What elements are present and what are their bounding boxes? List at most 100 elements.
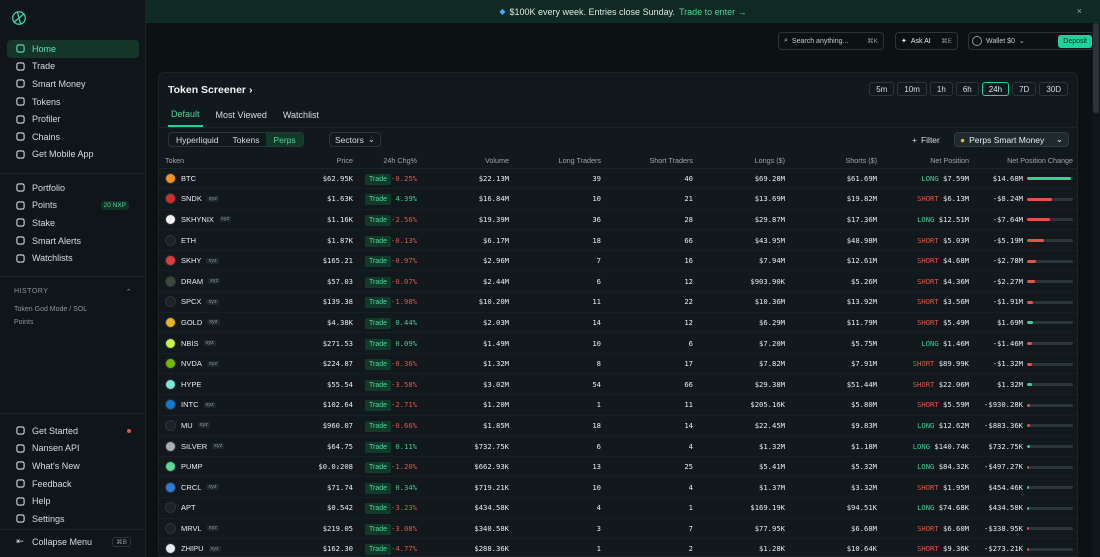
token-cell[interactable]: SPCX xyz	[165, 296, 303, 308]
trade-button[interactable]: Trade	[365, 338, 392, 350]
table-row[interactable]: SPCX xyz $139.38 Trade -1.98% $10.20M 11 22 $10.…	[159, 291, 1077, 313]
sidebar-item-settings[interactable]: Settings	[7, 510, 139, 528]
trade-button[interactable]: Trade	[365, 523, 392, 535]
timeframe-1h[interactable]: 1h	[929, 82, 953, 96]
tab-most-viewed[interactable]: Most Viewed	[213, 103, 270, 127]
token-cell[interactable]: HYPE	[165, 378, 303, 390]
sidebar-item-get-mobile-app[interactable]: Get Mobile App	[7, 146, 139, 164]
column-header-shorts-[interactable]: Shorts ($)	[791, 153, 883, 169]
column-header-token[interactable]: Token	[159, 153, 309, 169]
trade-button[interactable]: Trade	[365, 276, 392, 288]
trade-button[interactable]: Trade	[365, 400, 392, 412]
timeframe-24h[interactable]: 24h	[981, 82, 1010, 96]
column-header-net-position-change[interactable]: Net Position Change	[975, 153, 1077, 169]
sidebar-item-nansen-api[interactable]: Nansen API	[7, 440, 139, 458]
trade-button[interactable]: Trade	[365, 194, 392, 206]
token-cell[interactable]: BTC	[165, 172, 303, 184]
history-item[interactable]: Token God Mode / SOL	[14, 303, 87, 316]
trade-button[interactable]: Trade	[365, 441, 392, 453]
table-row[interactable]: MU xyz $960.07 Trade -0.66% $1.85M 18 14 $22.45M…	[159, 415, 1077, 437]
token-cell[interactable]: DRAM xyz	[165, 275, 303, 287]
timeframe-6h[interactable]: 6h	[955, 82, 979, 96]
table-row[interactable]: SNDK xyz $1.63K Trade 4.39% $16.84M 10 21 $13.69…	[159, 188, 1077, 210]
table-row[interactable]: CRCL xyz $71.74 Trade 0.34% $719.21K 10 4 $1.37M…	[159, 476, 1077, 498]
column-header-price[interactable]: Price	[309, 153, 359, 169]
table-row[interactable]: HYPE $55.54 Trade -3.58% $3.02M 54 66 $29.38M $5…	[159, 373, 1077, 396]
timeframe-10m[interactable]: 10m	[897, 82, 927, 96]
token-cell[interactable]: SKHY xyz	[165, 255, 303, 267]
timeframe-7d[interactable]: 7D	[1012, 82, 1037, 96]
token-cell[interactable]: MRVL xyz	[165, 522, 303, 534]
trade-button[interactable]: Trade	[365, 317, 392, 329]
scrollbar-thumb[interactable]	[1093, 23, 1099, 113]
table-row[interactable]: PUMP $0.0₂208 Trade -1.20% $662.93K 13 25 $5.41…	[159, 456, 1077, 478]
table-row[interactable]: NVDA xyz $224.87 Trade -0.36% $1.32M 8 17 $7.82M…	[159, 353, 1077, 375]
ask-ai-button[interactable]: ✦ Ask AI ⌘E	[895, 32, 958, 50]
segment-perps[interactable]: Perps	[266, 133, 303, 146]
table-row[interactable]: ETH $1.87K Trade -0.13% $6.17M 18 66 $43.95M $48…	[159, 229, 1077, 251]
table-row[interactable]: APT $0.542 Trade -3.23% $434.58K 4 1 $169.19K $9…	[159, 497, 1077, 519]
banner-link[interactable]: Trade to enter →	[679, 7, 747, 17]
sidebar-item-smart-money[interactable]: Smart Money	[7, 75, 139, 93]
trade-button[interactable]: Trade	[365, 462, 392, 474]
token-cell[interactable]: APT	[165, 502, 303, 514]
trade-button[interactable]: Trade	[365, 420, 392, 432]
trade-button[interactable]: Trade	[365, 379, 392, 391]
sidebar-item-tokens[interactable]: Tokens	[7, 93, 139, 111]
token-cell[interactable]: NVDA xyz	[165, 358, 303, 370]
wallet-widget[interactable]: Wallet $0 ⌄ Deposit	[968, 32, 1096, 50]
token-cell[interactable]: PUMP	[165, 461, 303, 473]
nansen-logo-icon[interactable]	[10, 9, 28, 27]
deposit-button[interactable]: Deposit	[1058, 34, 1092, 48]
filter-button[interactable]: + Filter	[908, 132, 944, 147]
column-header-longs-[interactable]: Longs ($)	[699, 153, 791, 169]
table-row[interactable]: BTC $62.95K Trade -0.25% $22.13M 39 40 $69.28M $…	[159, 168, 1077, 190]
token-cell[interactable]: SKHYNIX xyz	[165, 213, 303, 225]
history-item[interactable]: Points	[14, 316, 87, 329]
tab-default[interactable]: Default	[168, 103, 203, 127]
sidebar-item-what-s-new[interactable]: What's New	[7, 457, 139, 475]
trade-button[interactable]: Trade	[365, 482, 392, 494]
collapse-menu-button[interactable]: ⇤ Collapse Menu ⌘B	[7, 533, 139, 551]
sidebar-item-smart-alerts[interactable]: Smart Alerts	[7, 232, 139, 250]
table-row[interactable]: MRVL xyz $219.05 Trade -3.08% $340.58K 3 7 $77.9…	[159, 518, 1077, 540]
page-title[interactable]: Token Screener ›	[168, 84, 252, 96]
sidebar-item-get-started[interactable]: Get Started	[7, 422, 139, 440]
sidebar-item-points[interactable]: Points 20 NXP	[7, 197, 139, 215]
trade-button[interactable]: Trade	[365, 297, 392, 309]
table-row[interactable]: NBIS xyz $271.53 Trade 0.09% $1.49M 10 6 $7.20M $…	[159, 332, 1077, 354]
tab-watchlist[interactable]: Watchlist	[280, 103, 322, 127]
token-cell[interactable]: INTC xyz	[165, 399, 303, 411]
trade-button[interactable]: Trade	[365, 503, 392, 515]
table-row[interactable]: INTC xyz $102.64 Trade -2.71% $1.20M 1 11 $205.1…	[159, 394, 1077, 416]
trade-button[interactable]: Trade	[365, 235, 392, 247]
table-row[interactable]: GOLD xyz $4.38K Trade 0.44% $2.03M 14 12 $6.29M $…	[159, 312, 1077, 334]
segment-tokens[interactable]: Tokens	[226, 133, 267, 146]
token-cell[interactable]: GOLD xyz	[165, 316, 303, 328]
table-row[interactable]: DRAM xyz $57.03 Trade -0.07% $2.44M 6 12 $903.90…	[159, 270, 1077, 293]
page-scrollbar[interactable]	[1092, 23, 1100, 557]
table-row[interactable]: SILVER xyz $64.75 Trade 0.11% $732.75K 6 4 $1.32…	[159, 435, 1077, 457]
sidebar-item-stake[interactable]: Stake	[7, 214, 139, 232]
column-header-long-traders[interactable]: Long Traders	[515, 153, 607, 169]
sidebar-item-trade[interactable]: Trade	[7, 58, 139, 76]
history-header[interactable]: HISTORY ⌃	[14, 288, 132, 296]
token-cell[interactable]: SILVER xyz	[165, 440, 303, 452]
close-icon[interactable]: ×	[1077, 6, 1082, 16]
chevron-up-icon[interactable]: ⌃	[126, 288, 132, 296]
table-row[interactable]: ZHIPU xyz $162.30 Trade -4.77% $288.36K 1 2 $1.2…	[159, 538, 1077, 556]
sidebar-item-portfolio[interactable]: Portfolio	[7, 179, 139, 197]
trade-button[interactable]: Trade	[365, 214, 392, 226]
column-header-volume[interactable]: Volume	[423, 153, 515, 169]
smart-money-dropdown[interactable]: ● Perps Smart Money ⌄	[954, 132, 1069, 147]
sidebar-item-profiler[interactable]: Profiler	[7, 110, 139, 128]
trade-button[interactable]: Trade	[365, 173, 392, 185]
token-cell[interactable]: ETH	[165, 234, 303, 246]
segment-hyperliquid[interactable]: Hyperliquid	[169, 133, 226, 146]
column-header-short-traders[interactable]: Short Traders	[607, 153, 699, 169]
sidebar-item-chains[interactable]: Chains	[7, 128, 139, 146]
sidebar-item-feedback[interactable]: Feedback	[7, 475, 139, 493]
trade-button[interactable]: Trade	[365, 359, 392, 371]
search-input[interactable]: ⌕ Search anything... ⌘K	[778, 32, 884, 50]
sidebar-item-help[interactable]: Help	[7, 492, 139, 510]
